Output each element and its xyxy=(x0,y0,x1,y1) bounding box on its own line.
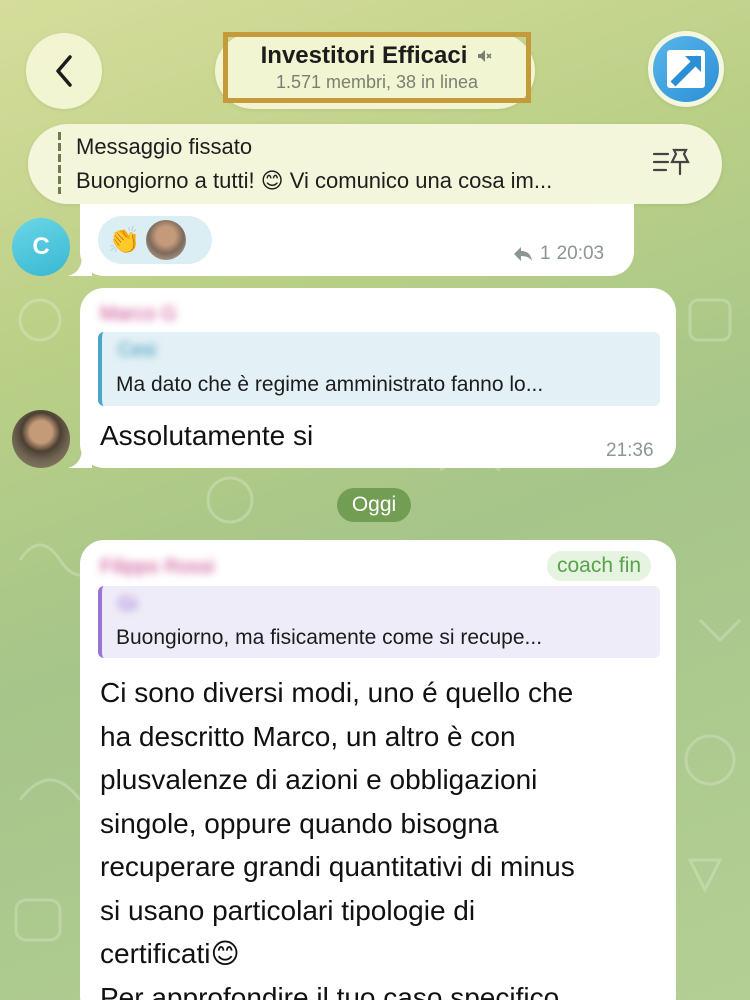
chat-subtitle: 1.571 membri, 38 in linea xyxy=(275,72,479,92)
bubble-tail xyxy=(68,448,92,468)
reply-quote-text: Ma dato che è regime amministrato fanno … xyxy=(116,373,544,396)
pinned-indicator xyxy=(58,132,61,194)
date-separator: Oggi xyxy=(337,488,411,522)
message-time: 21:36 xyxy=(606,440,654,461)
clap-emoji: 👏 xyxy=(108,224,141,255)
message-text: Assolutamente si xyxy=(100,420,314,451)
reactions[interactable]: 👏 xyxy=(98,216,212,264)
pinned-text: Buongiorno a tutti! 😊 Vi comunico una co… xyxy=(76,168,553,193)
sender-name[interactable]: Filippo Rossi xyxy=(100,556,214,579)
message-text: Ci sono diversi modi, uno é quello che h… xyxy=(100,671,660,1000)
reply-count: 1 xyxy=(540,243,551,264)
reply-quote-name: Gi xyxy=(118,594,137,615)
message-line: recuperare grandi quantitativi di minus xyxy=(100,851,575,882)
message-time: 20:03 xyxy=(556,243,605,264)
sender-name[interactable]: Marco G xyxy=(100,303,177,326)
reactor-avatar xyxy=(146,220,187,260)
avatar[interactable] xyxy=(12,410,70,468)
reply-quote-name: Cesi xyxy=(118,340,157,361)
message-line: si usano particolari tipologie di xyxy=(100,894,476,926)
pin-list-icon[interactable] xyxy=(652,146,692,180)
chevron-left-icon xyxy=(56,55,72,87)
avatar-letter: C xyxy=(32,233,50,260)
reply-quote-text: Buongiorno, ma fisicamente come si recup… xyxy=(116,626,543,649)
message-line: Per approfondire il tuo caso specifico xyxy=(100,981,560,1000)
message-line: singole, oppure quando bisogna xyxy=(100,807,499,839)
group-avatar[interactable] xyxy=(648,31,724,107)
speaker-muted-icon xyxy=(478,50,492,62)
chat-title: Investitori Efficaci xyxy=(260,42,468,69)
bubble-tail xyxy=(68,256,92,276)
pinned-title: Messaggio fissato xyxy=(76,134,253,159)
message-meta: 1 20:03 xyxy=(512,243,604,265)
avatar[interactable]: C xyxy=(12,218,70,276)
arrow-up-right-icon xyxy=(667,50,705,88)
message-line: certificati😊 xyxy=(100,938,240,969)
message-line: Ci sono diversi modi, uno é quello che xyxy=(100,677,574,708)
reply-arrow-icon xyxy=(514,247,532,261)
chat-title-highlight[interactable]: Investitori Efficaci 1.571 membri, 38 in… xyxy=(223,32,531,103)
back-button[interactable] xyxy=(26,33,102,109)
message-line: ha descritto Marco, un altro è con xyxy=(100,720,516,752)
message-line: plusvalenze di azioni e obbligazioni xyxy=(100,764,538,795)
admin-badge: coach fin xyxy=(547,551,652,581)
